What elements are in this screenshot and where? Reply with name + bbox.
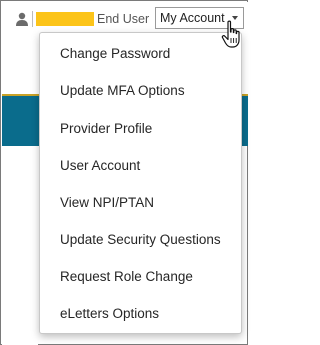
menu-item-user-account[interactable]: User Account xyxy=(40,147,241,184)
menu-item-provider-profile[interactable]: Provider Profile xyxy=(40,110,241,147)
menu-item-update-security-questions[interactable]: Update Security Questions xyxy=(40,221,241,258)
page-content-area xyxy=(2,146,38,345)
user-bar: End User My Account xyxy=(2,2,248,34)
my-account-label: My Account xyxy=(160,11,225,25)
menu-item-view-npi-ptan[interactable]: View NPI/PTAN xyxy=(40,184,241,221)
screenshot-frame: End User My Account Change Password Upda… xyxy=(0,0,248,345)
menu-item-eletters-options[interactable]: eLetters Options xyxy=(40,295,241,332)
menu-item-update-mfa-options[interactable]: Update MFA Options xyxy=(40,72,241,109)
menu-item-request-role-change[interactable]: Request Role Change xyxy=(40,258,241,295)
user-divider xyxy=(32,11,33,27)
user-silhouette-icon xyxy=(15,12,29,26)
menu-item-change-password[interactable]: Change Password xyxy=(40,35,241,72)
redacted-user-name xyxy=(36,12,94,26)
user-role-label: End User xyxy=(97,12,150,26)
my-account-menu: Change Password Update MFA Options Provi… xyxy=(39,32,242,334)
hand-pointer-cursor-icon xyxy=(220,20,244,50)
